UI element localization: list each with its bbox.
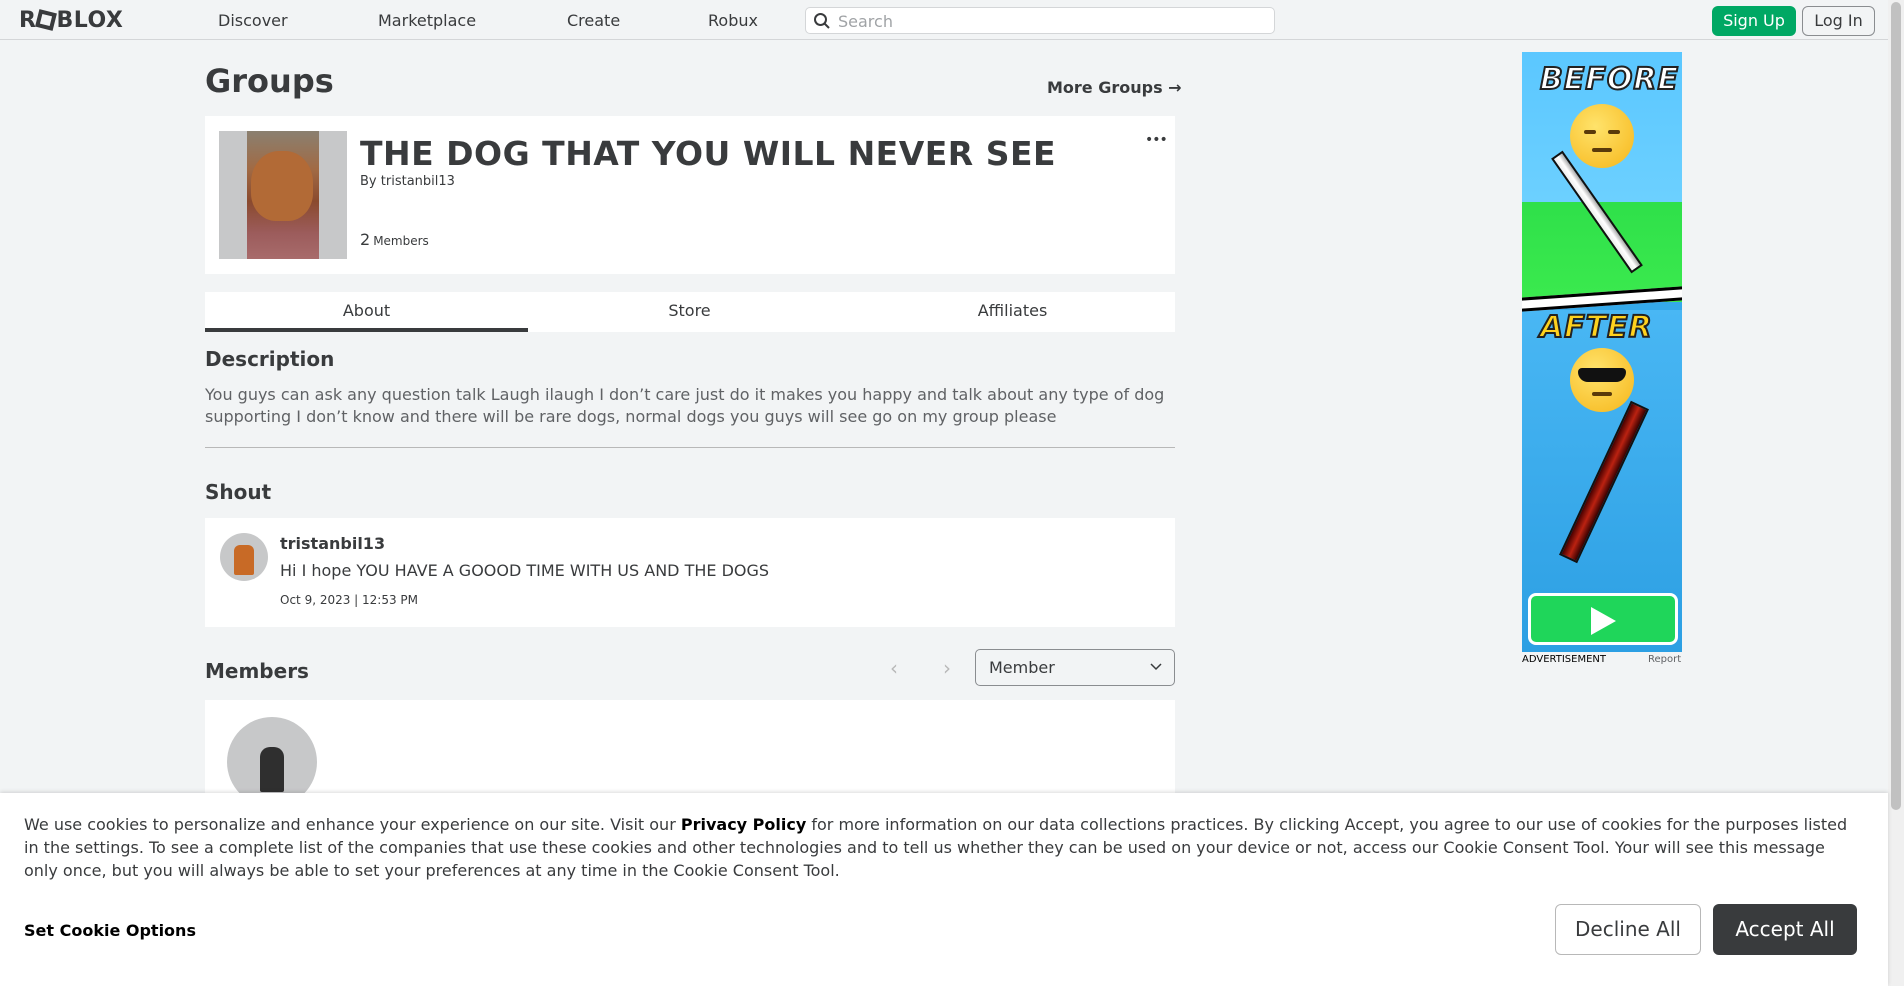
cookie-text-1: We use cookies to personalize and enhanc…	[24, 815, 681, 834]
roblox-logo[interactable]: R BLOX	[19, 8, 123, 33]
sad-face-icon	[1570, 104, 1634, 168]
ad-before-text: BEFORE	[1539, 61, 1679, 98]
tab-affiliates[interactable]: Affiliates	[851, 292, 1174, 332]
shout-card: tristanbil13 Hi I hope YOU HAVE A GOOOD …	[205, 518, 1175, 627]
log-in-button[interactable]: Log In	[1802, 6, 1875, 36]
shout-timestamp: Oct 9, 2023 | 12:53 PM	[280, 593, 419, 607]
group-owner-line: By tristanbil13	[360, 174, 455, 189]
tab-about[interactable]: About	[205, 292, 528, 332]
section-divider	[205, 447, 1175, 448]
cookie-message: We use cookies to personalize and enhanc…	[24, 813, 1854, 882]
shout-username[interactable]: tristanbil13	[280, 534, 385, 553]
chevron-down-icon	[1150, 663, 1162, 671]
member-count: 2 Members	[360, 230, 429, 249]
ad-play-button[interactable]	[1528, 593, 1678, 645]
more-options-icon[interactable]: •••	[1145, 132, 1168, 148]
description-heading: Description	[205, 347, 335, 371]
member-count-value: 2	[360, 230, 371, 249]
nav-create[interactable]: Create	[567, 11, 620, 30]
advertisement-label: ADVERTISEMENT	[1522, 654, 1607, 665]
group-owner-link[interactable]: tristanbil13	[381, 174, 455, 189]
tab-store[interactable]: Store	[528, 292, 851, 332]
group-name: THE DOG THAT YOU WILL NEVER SEE	[360, 134, 1057, 173]
page-scrollbar[interactable]	[1888, 0, 1904, 986]
chevron-left-icon[interactable]: ‹	[890, 656, 898, 680]
chevron-right-icon[interactable]: ›	[943, 656, 951, 680]
nav-discover[interactable]: Discover	[218, 11, 288, 30]
members-heading: Members	[205, 659, 309, 683]
nav-marketplace[interactable]: Marketplace	[378, 11, 476, 30]
page-title: Groups	[205, 62, 334, 100]
top-nav-bar: R BLOX Discover Marketplace Create Robux …	[0, 0, 1888, 40]
privacy-policy-link[interactable]: Privacy Policy	[681, 815, 806, 834]
play-icon	[1591, 607, 1616, 635]
group-emblem	[219, 131, 347, 259]
accept-all-button[interactable]: Accept All	[1713, 904, 1857, 955]
sign-up-button[interactable]: Sign Up	[1712, 6, 1796, 36]
group-tabs: About Store Affiliates	[205, 292, 1175, 332]
group-header-card: THE DOG THAT YOU WILL NEVER SEE By trist…	[205, 116, 1175, 274]
set-cookie-options-link[interactable]: Set Cookie Options	[24, 921, 196, 940]
search-box[interactable]	[805, 7, 1275, 34]
by-prefix: By	[360, 174, 377, 189]
search-icon	[814, 13, 830, 29]
more-groups-link[interactable]: More Groups →	[1047, 78, 1182, 97]
sunglasses-face-icon	[1570, 348, 1634, 412]
group-description: You guys can ask any question talk Laugh…	[205, 385, 1165, 426]
search-input[interactable]	[838, 11, 1258, 31]
role-dropdown-value: Member	[989, 658, 1055, 677]
scrollbar-thumb[interactable]	[1891, 2, 1901, 810]
nav-robux[interactable]: Robux	[708, 11, 758, 30]
role-dropdown[interactable]: Member	[975, 649, 1175, 686]
ad-report-link[interactable]: Report	[1648, 654, 1681, 665]
shout-heading: Shout	[205, 480, 272, 504]
ad-after-text: AFTER	[1539, 309, 1653, 346]
shout-message: Hi I hope YOU HAVE A GOOOD TIME WITH US …	[280, 561, 770, 580]
decline-all-button[interactable]: Decline All	[1555, 904, 1701, 955]
cookie-banner: We use cookies to personalize and enhanc…	[0, 793, 1888, 986]
advertisement-banner[interactable]: BEFORE AFTER	[1522, 52, 1682, 652]
member-count-label: Members	[373, 234, 429, 248]
members-list	[205, 700, 1175, 807]
shout-avatar[interactable]	[220, 533, 268, 581]
